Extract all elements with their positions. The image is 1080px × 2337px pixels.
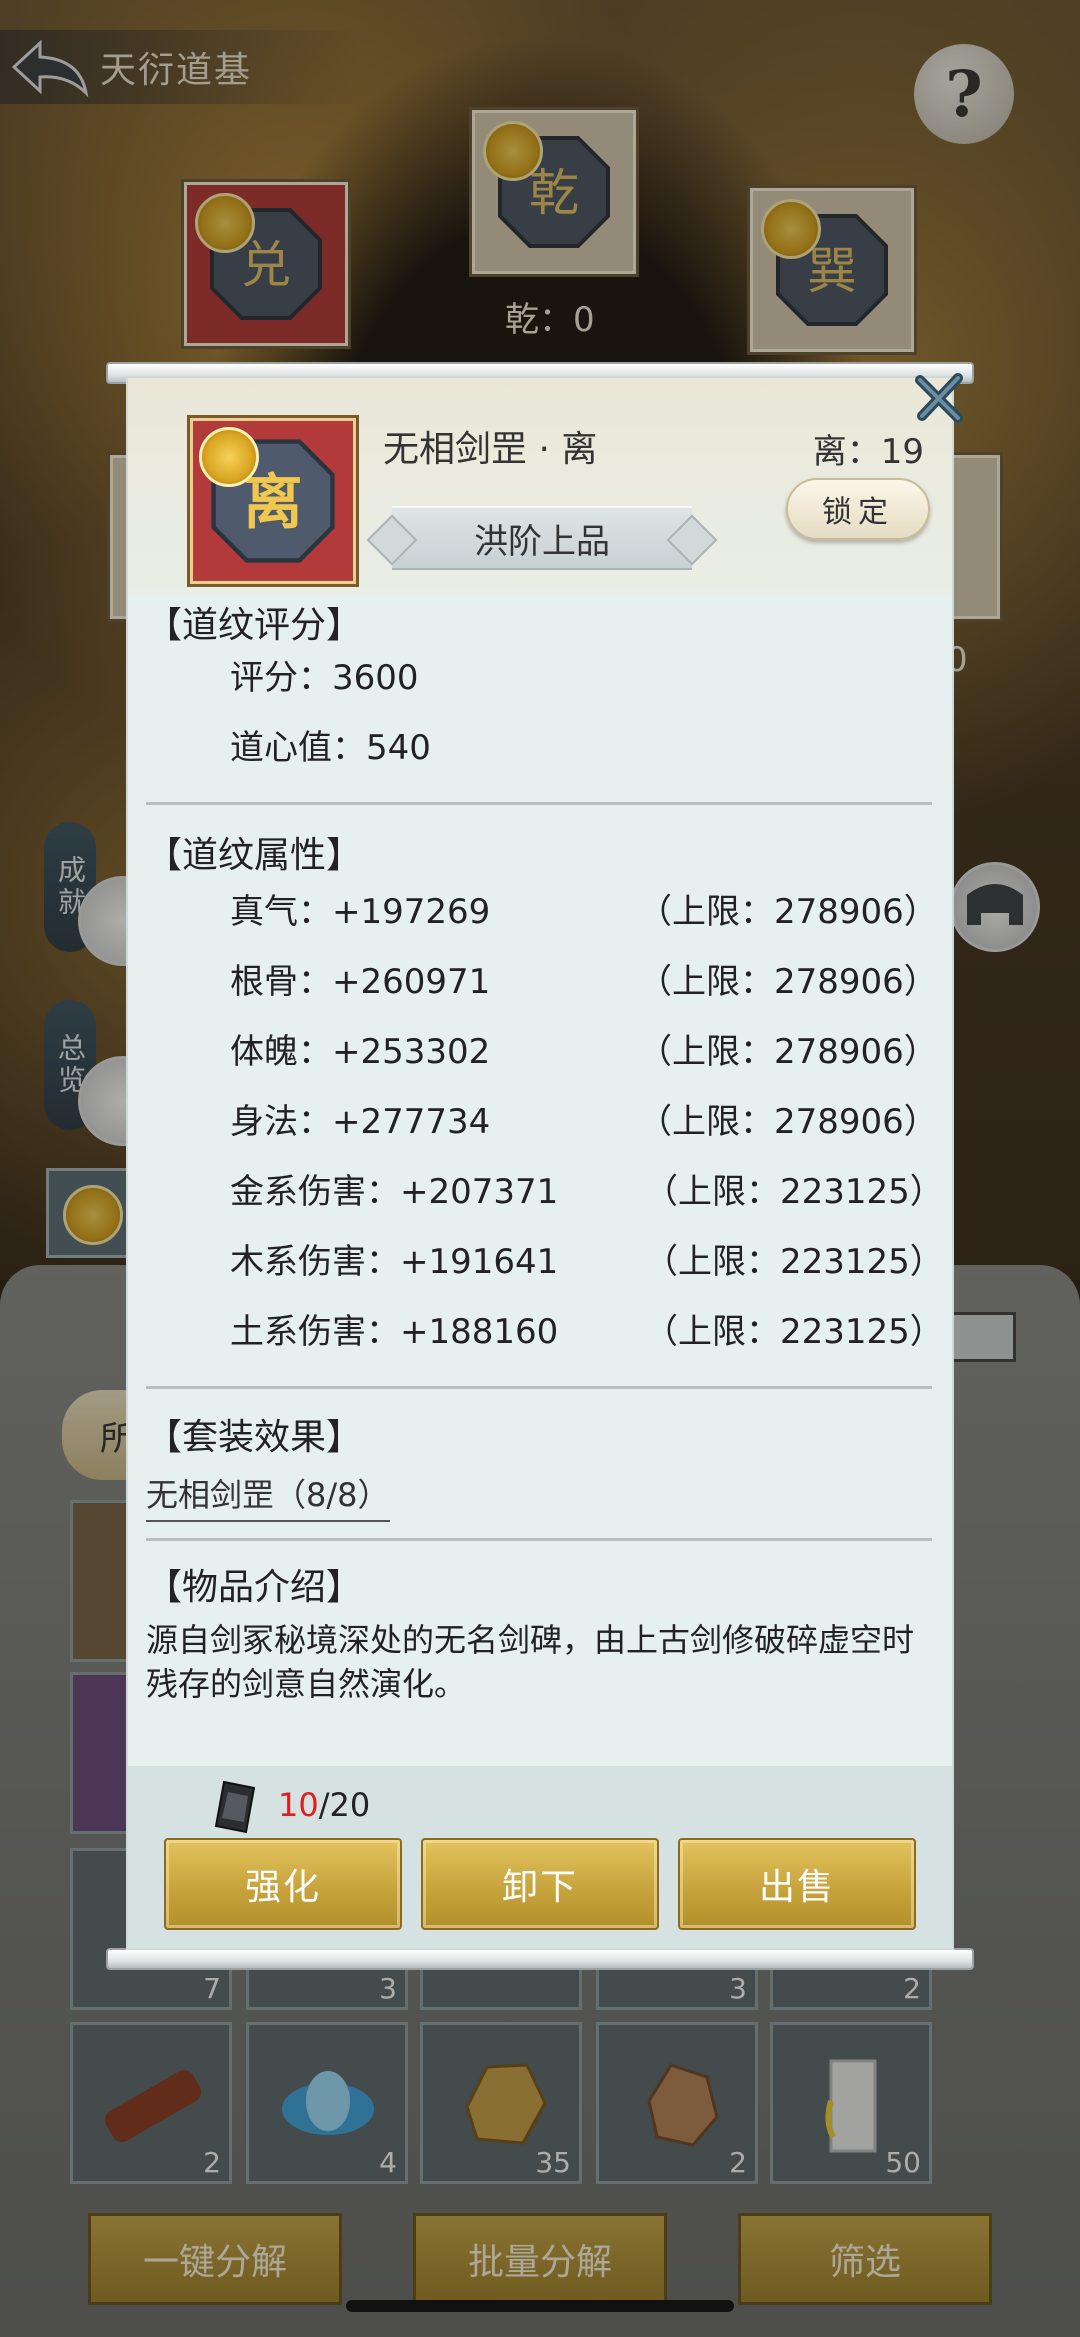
score-value: 评分：3600 [230,658,419,698]
daoxin-value: 道心值：540 [230,728,431,768]
attr-section-title: 【道纹属性】 [146,835,363,876]
gold-coin-icon [199,427,259,487]
stone-total: /20 [318,1786,371,1824]
intro-section-title: 【物品介绍】 [146,1567,363,1608]
item-description: 源自剑冢秘境深处的无名剑碑，由上古剑修破碎虚空时残存的剑意自然演化。 [146,1621,915,1703]
attr-cap: （上限：278906） [638,1032,938,1072]
attr-value: 身法：+277734 [230,1102,491,1142]
attr-cap: （上限：278906） [638,1102,938,1142]
popup-header: 离 无相剑罡 · 离 离：19 洪阶上品 锁定 [128,378,952,596]
attr-value: 体魄：+253302 [230,1032,491,1072]
attr-row: 金系伤害：+207371 （上限：223125） [230,1164,1050,1214]
scroll-rod-bottom [106,1948,974,1970]
attr-row: 土系伤害：+188160 （上限：223125） [230,1304,1050,1354]
attr-cap: （上限：223125） [644,1312,944,1352]
enhance-stone-icon [214,1780,256,1834]
enhance-button[interactable]: 强化 [164,1838,402,1930]
set-effect-link[interactable]: 无相剑罡（8/8） [146,1470,390,1522]
grade-label: 洪阶上品 [474,521,610,562]
item-name: 无相剑罡 · 离 [383,429,598,470]
attr-row: 体魄：+253302 （上限：278906） [230,1024,1050,1074]
stone-current: 10 [278,1786,319,1824]
item-detail-popup: 离 无相剑罡 · 离 离：19 洪阶上品 锁定 【道纹评分】 评分：3600 道… [128,373,963,1948]
attr-cap: （上限：278906） [638,962,938,1002]
unequip-button[interactable]: 卸下 [421,1838,659,1930]
attr-cap: （上限：223125） [644,1242,944,1282]
attr-value: 木系伤害：+191641 [230,1242,559,1282]
attr-value: 金系伤害：+207371 [230,1172,559,1212]
item-icon: 离 [190,418,356,584]
attr-value: 根骨：+260971 [230,962,491,1002]
attr-row: 木系伤害：+191641 （上限：223125） [230,1234,1050,1284]
lock-button[interactable]: 锁定 [786,478,930,540]
grade-banner: 洪阶上品 [392,506,692,570]
attr-row: 身法：+277734 （上限：278906） [230,1094,1050,1144]
attr-value: 土系伤害：+188160 [230,1312,559,1352]
home-indicator [346,2300,734,2312]
popup-footer: 10/20 强化 卸下 出售 [128,1766,952,1948]
divider [146,1538,932,1541]
attr-cap: （上限：278906） [638,892,938,932]
close-button[interactable] [908,366,972,430]
score-section-title: 【道纹评分】 [146,605,363,646]
close-icon [915,373,963,423]
attr-cap: （上限：223125） [644,1172,944,1212]
li-count: 离：19 [812,432,924,472]
divider [146,802,932,805]
sell-button[interactable]: 出售 [678,1838,916,1930]
attr-row: 真气：+197269 （上限：278906） [230,884,1050,934]
attr-value: 真气：+197269 [230,892,491,932]
set-section-title: 【套装效果】 [146,1417,363,1458]
attr-row: 根骨：+260971 （上限：278906） [230,954,1050,1004]
svg-text:离: 离 [243,469,302,538]
divider [146,1386,932,1389]
enhance-stone-count: 10/20 [278,1786,370,1824]
